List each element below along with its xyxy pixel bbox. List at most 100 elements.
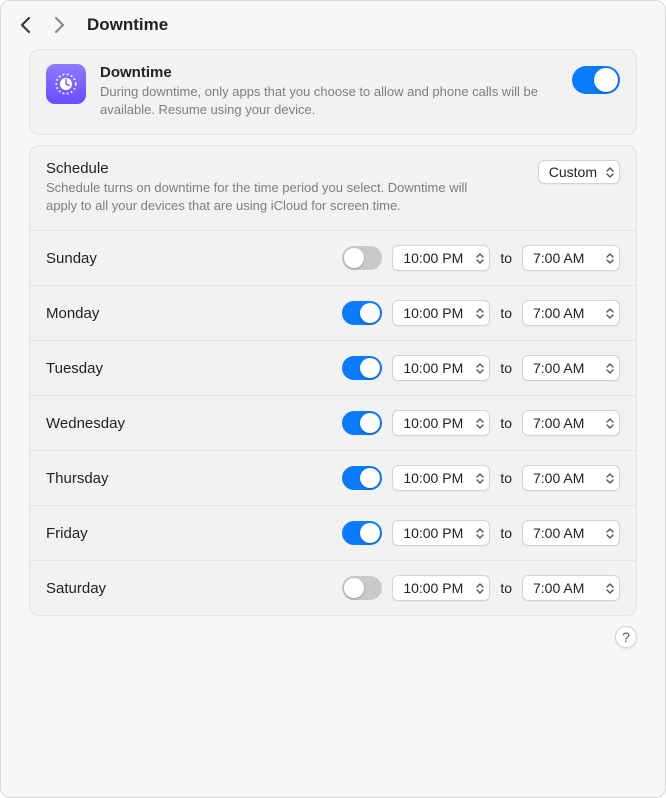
to-label: to [500, 360, 512, 376]
to-label: to [500, 415, 512, 431]
downtime-summary-pane: Downtime During downtime, only apps that… [29, 49, 637, 135]
from-time-input[interactable]: 10:00 PM [392, 575, 490, 601]
toggle-knob [344, 578, 364, 598]
day-label: Thursday [46, 470, 342, 487]
to-time-input[interactable]: 7:00 AM [522, 245, 620, 271]
header: Downtime [1, 15, 665, 49]
schedule-header-text: Schedule Schedule turns on downtime for … [46, 160, 528, 214]
to-label: to [500, 470, 512, 486]
to-label: to [500, 580, 512, 596]
day-row: Tuesday 10:00 PM to 7:00 AM [30, 341, 636, 396]
day-label: Monday [46, 305, 342, 322]
back-button[interactable] [19, 15, 31, 35]
to-time-input[interactable]: 7:00 AM [522, 520, 620, 546]
from-time-value: 10:00 PM [403, 360, 467, 376]
updown-stepper-icon [473, 414, 487, 432]
schedule-mode-label: Custom [549, 164, 597, 180]
to-time-input[interactable]: 7:00 AM [522, 355, 620, 381]
updown-stepper-icon [603, 304, 617, 322]
from-time-value: 10:00 PM [403, 580, 467, 596]
downtime-master-toggle[interactable] [572, 66, 620, 94]
to-time-value: 7:00 AM [533, 415, 597, 431]
from-time-value: 10:00 PM [403, 525, 467, 541]
from-time-input[interactable]: 10:00 PM [392, 520, 490, 546]
to-time-value: 7:00 AM [533, 250, 597, 266]
day-row: Wednesday 10:00 PM to 7:00 AM [30, 396, 636, 451]
toggle-knob [344, 248, 364, 268]
day-enable-toggle[interactable] [342, 466, 382, 490]
updown-stepper-icon [473, 304, 487, 322]
to-label: to [500, 525, 512, 541]
day-enable-toggle[interactable] [342, 246, 382, 270]
updown-stepper-icon [473, 469, 487, 487]
day-enable-toggle[interactable] [342, 411, 382, 435]
day-label: Tuesday [46, 360, 342, 377]
help-wrap: ? [1, 626, 637, 658]
help-button[interactable]: ? [615, 626, 637, 648]
day-row: Thursday 10:00 PM to 7:00 AM [30, 451, 636, 506]
day-label: Saturday [46, 580, 342, 597]
from-time-value: 10:00 PM [403, 470, 467, 486]
forward-button[interactable] [53, 15, 65, 35]
toggle-knob [360, 413, 380, 433]
from-time-value: 10:00 PM [403, 415, 467, 431]
to-time-value: 7:00 AM [533, 360, 597, 376]
updown-stepper-icon [473, 249, 487, 267]
day-enable-toggle[interactable] [342, 521, 382, 545]
schedule-description: Schedule turns on downtime for the time … [46, 179, 486, 214]
to-time-value: 7:00 AM [533, 525, 597, 541]
schedule-days-list: Sunday10:00 PMto7:00 AMMonday10:00 PMto7… [30, 231, 636, 615]
from-time-value: 10:00 PM [403, 305, 467, 321]
to-time-value: 7:00 AM [533, 580, 597, 596]
to-time-input[interactable]: 7:00 AM [522, 410, 620, 436]
from-time-input[interactable]: 10:00 PM [392, 410, 490, 436]
day-row: Sunday10:00 PMto7:00 AM [30, 231, 636, 286]
schedule-title: Schedule [46, 160, 528, 177]
downtime-summary-text: Downtime During downtime, only apps that… [100, 64, 558, 118]
toggle-knob [360, 358, 380, 378]
from-time-value: 10:00 PM [403, 250, 467, 266]
from-time-input[interactable]: 10:00 PM [392, 465, 490, 491]
to-label: to [500, 305, 512, 321]
day-label: Wednesday [46, 415, 342, 432]
toggle-knob [360, 523, 380, 543]
nav-arrows [19, 15, 65, 35]
to-time-value: 7:00 AM [533, 470, 597, 486]
updown-stepper-icon [473, 579, 487, 597]
toggle-knob [594, 68, 618, 92]
updown-stepper-icon [603, 524, 617, 542]
toggle-knob [360, 303, 380, 323]
updown-stepper-icon [473, 359, 487, 377]
day-enable-toggle[interactable] [342, 576, 382, 600]
updown-stepper-icon [603, 469, 617, 487]
to-time-input[interactable]: 7:00 AM [522, 465, 620, 491]
from-time-input[interactable]: 10:00 PM [392, 245, 490, 271]
updown-stepper-icon [603, 249, 617, 267]
day-row: Saturday 10:00 PM to 7:00 AM [30, 561, 636, 615]
day-enable-toggle[interactable] [342, 301, 382, 325]
downtime-title: Downtime [100, 64, 558, 81]
to-time-input[interactable]: 7:00 AM [522, 300, 620, 326]
updown-stepper-icon [603, 579, 617, 597]
to-label: to [500, 250, 512, 266]
to-time-input[interactable]: 7:00 AM [522, 575, 620, 601]
schedule-header: Schedule Schedule turns on downtime for … [30, 146, 636, 231]
downtime-clock-icon [46, 64, 86, 104]
day-label: Friday [46, 525, 342, 542]
updown-stepper-icon [603, 163, 617, 181]
day-row: Friday 10:00 PM to 7:00 AM [30, 506, 636, 561]
page-title: Downtime [87, 15, 168, 35]
toggle-knob [360, 468, 380, 488]
to-time-value: 7:00 AM [533, 305, 597, 321]
day-enable-toggle[interactable] [342, 356, 382, 380]
downtime-description: During downtime, only apps that you choo… [100, 83, 558, 118]
from-time-input[interactable]: 10:00 PM [392, 355, 490, 381]
updown-stepper-icon [473, 524, 487, 542]
from-time-input[interactable]: 10:00 PM [392, 300, 490, 326]
updown-stepper-icon [603, 414, 617, 432]
schedule-pane: Schedule Schedule turns on downtime for … [29, 145, 637, 616]
schedule-mode-dropdown[interactable]: Custom [538, 160, 620, 184]
updown-stepper-icon [603, 359, 617, 377]
preferences-window: Downtime Downtime During downtime, only … [0, 0, 666, 798]
day-row: Monday 10:00 PM to 7:00 AM [30, 286, 636, 341]
